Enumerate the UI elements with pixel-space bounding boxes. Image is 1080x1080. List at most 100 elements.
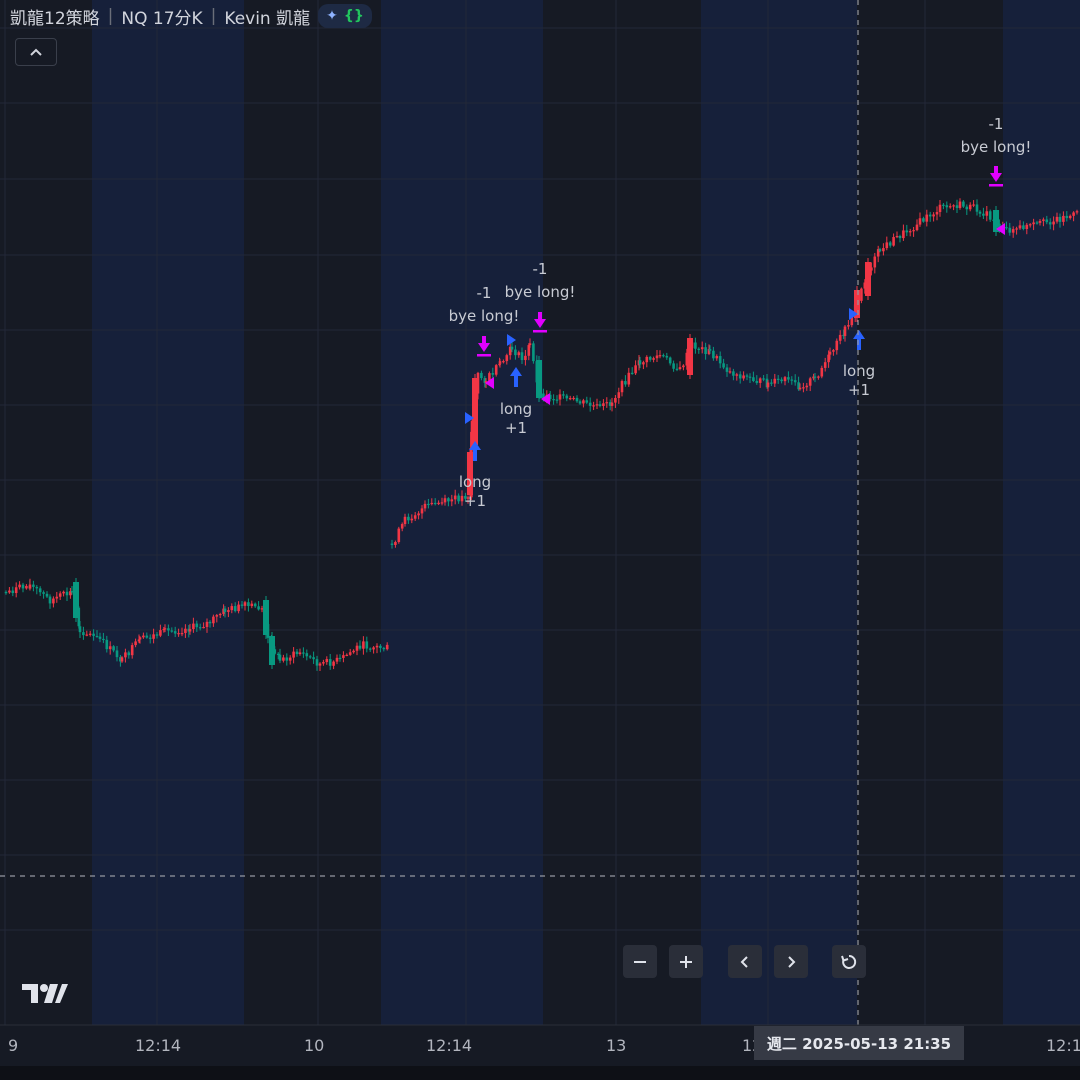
- minus-icon: [634, 960, 646, 963]
- candle-body: [491, 373, 495, 375]
- candle-body: [662, 355, 665, 357]
- candle-body: [315, 659, 319, 666]
- candle-body: [517, 352, 521, 356]
- candle-body: [817, 376, 820, 378]
- candle-body: [8, 590, 11, 593]
- candle-body: [610, 402, 614, 406]
- price-chart[interactable]: long+1long+1long+1-1bye long!-1bye long!…: [0, 0, 1080, 1080]
- reset-chart-button[interactable]: [832, 945, 866, 978]
- candle-body: [978, 211, 982, 214]
- reset-icon: [841, 954, 857, 969]
- candle-body: [888, 242, 892, 246]
- candle-body: [602, 403, 605, 406]
- entry-label: long: [843, 362, 875, 380]
- candle-body: [102, 638, 105, 641]
- candle-body: [233, 606, 237, 612]
- candle-body: [348, 652, 352, 655]
- candle-body: [675, 368, 679, 370]
- indicator-badge[interactable]: ✦ {}: [318, 4, 372, 28]
- candle-body: [558, 394, 562, 400]
- candle-body: [938, 204, 942, 213]
- candle-body: [865, 262, 871, 296]
- candle-body: [382, 647, 386, 650]
- candle-body: [732, 371, 735, 376]
- candle-body: [78, 626, 82, 633]
- candle-body: [912, 230, 915, 232]
- candle-body: [70, 591, 74, 593]
- candle-body: [510, 346, 514, 350]
- candle-body: [417, 513, 420, 516]
- zoom-out-button[interactable]: [623, 945, 657, 978]
- candle-body: [227, 610, 230, 612]
- candle-body: [152, 634, 155, 639]
- candle-body: [177, 633, 180, 635]
- candle-body: [1028, 224, 1032, 226]
- candle-body: [555, 399, 559, 401]
- candle-body: [278, 654, 282, 661]
- candle-body: [25, 585, 28, 589]
- candle-body: [332, 661, 335, 666]
- candle-body: [142, 635, 145, 638]
- candle-body: [247, 602, 250, 607]
- candle-body: [1011, 229, 1015, 233]
- candle-body: [860, 288, 863, 301]
- candle-body: [605, 402, 609, 404]
- candle-body: [257, 606, 260, 610]
- candle-body: [298, 652, 302, 655]
- entry-label: long: [500, 400, 532, 418]
- candle-body: [1048, 222, 1052, 225]
- candle-body: [92, 633, 95, 636]
- candle-body: [82, 632, 85, 636]
- candle-body: [73, 582, 79, 618]
- candle-body: [108, 646, 112, 650]
- candle-body: [205, 621, 209, 627]
- plus-icon: [680, 955, 692, 968]
- candle-body: [645, 356, 649, 363]
- candle-body: [397, 528, 401, 543]
- candle-body: [237, 604, 240, 612]
- candle-body: [112, 646, 115, 651]
- candle-body: [457, 495, 460, 502]
- candle-body: [250, 603, 254, 607]
- candle-body: [738, 374, 742, 379]
- zoom-in-button[interactable]: [669, 945, 703, 978]
- chevron-up-icon: [30, 48, 42, 56]
- candle-body: [514, 349, 517, 356]
- candle-body: [420, 508, 424, 514]
- collapse-legend-button[interactable]: [15, 38, 57, 66]
- session-band: [92, 0, 244, 1025]
- candle-body: [617, 392, 621, 398]
- candle-body: [215, 615, 219, 617]
- candle-body: [793, 380, 797, 383]
- candle-body: [1015, 228, 1018, 230]
- candle-body: [18, 584, 21, 588]
- candle-body: [562, 394, 565, 396]
- candle-body: [1058, 216, 1062, 222]
- candle-body: [98, 636, 102, 639]
- scroll-left-button[interactable]: [728, 945, 762, 978]
- candle-body: [38, 588, 42, 593]
- candle-body: [115, 650, 119, 658]
- candle-body: [820, 367, 824, 377]
- candle-body: [167, 628, 170, 631]
- candle-body: [198, 627, 202, 629]
- tradingview-logo[interactable]: [22, 981, 68, 1005]
- exit-label: bye long!: [449, 307, 520, 325]
- candle-body: [318, 663, 322, 666]
- candle-body: [148, 637, 152, 639]
- candle-body: [282, 657, 285, 661]
- candle-body: [180, 633, 184, 635]
- candle-body: [665, 355, 669, 358]
- candle-body: [450, 499, 454, 502]
- scroll-right-button[interactable]: [774, 945, 808, 978]
- candle-body: [678, 367, 682, 370]
- candle-body: [32, 584, 35, 587]
- candle-body: [379, 645, 382, 648]
- candle-body: [620, 381, 624, 393]
- candle-body: [413, 515, 417, 519]
- candle-body: [704, 347, 707, 355]
- candle-body: [192, 623, 195, 630]
- bottom-scroll-strip[interactable]: [0, 1066, 1080, 1080]
- candle-body: [808, 378, 812, 386]
- candle-body: [437, 502, 440, 505]
